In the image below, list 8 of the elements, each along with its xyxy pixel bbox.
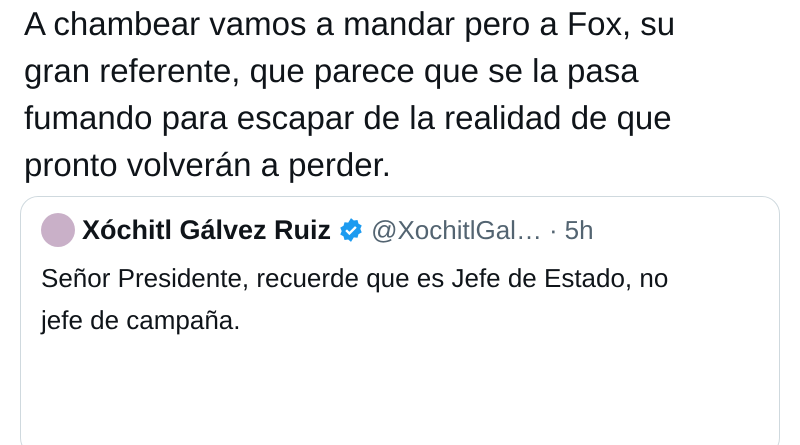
- avatar[interactable]: [41, 213, 75, 247]
- tweet-text: A chambear vamos a mandar pero a Fox, su gran referente, que parece que se la pasa fumando para escapar de la realidad de que pronto volverán a perder.: [24, 4, 676, 185]
- quoted-tweet-card[interactable]: Xóchitl Gálvez Ruiz @XochitlGal… · 5h Señor Presidente, recuerde que es Jefe de Estado, no jefe de campaña.: [20, 196, 780, 445]
- quoted-tweet-text: Señor Presidente, recuerde que es Jefe de Estado, no jefe de campaña.: [41, 262, 670, 337]
- timestamp[interactable]: 5h: [564, 214, 594, 246]
- author-handle[interactable]: @XochitlGal…: [371, 214, 542, 246]
- author-name[interactable]: Xóchitl Gálvez Ruiz: [82, 214, 332, 246]
- separator: ·: [548, 214, 558, 246]
